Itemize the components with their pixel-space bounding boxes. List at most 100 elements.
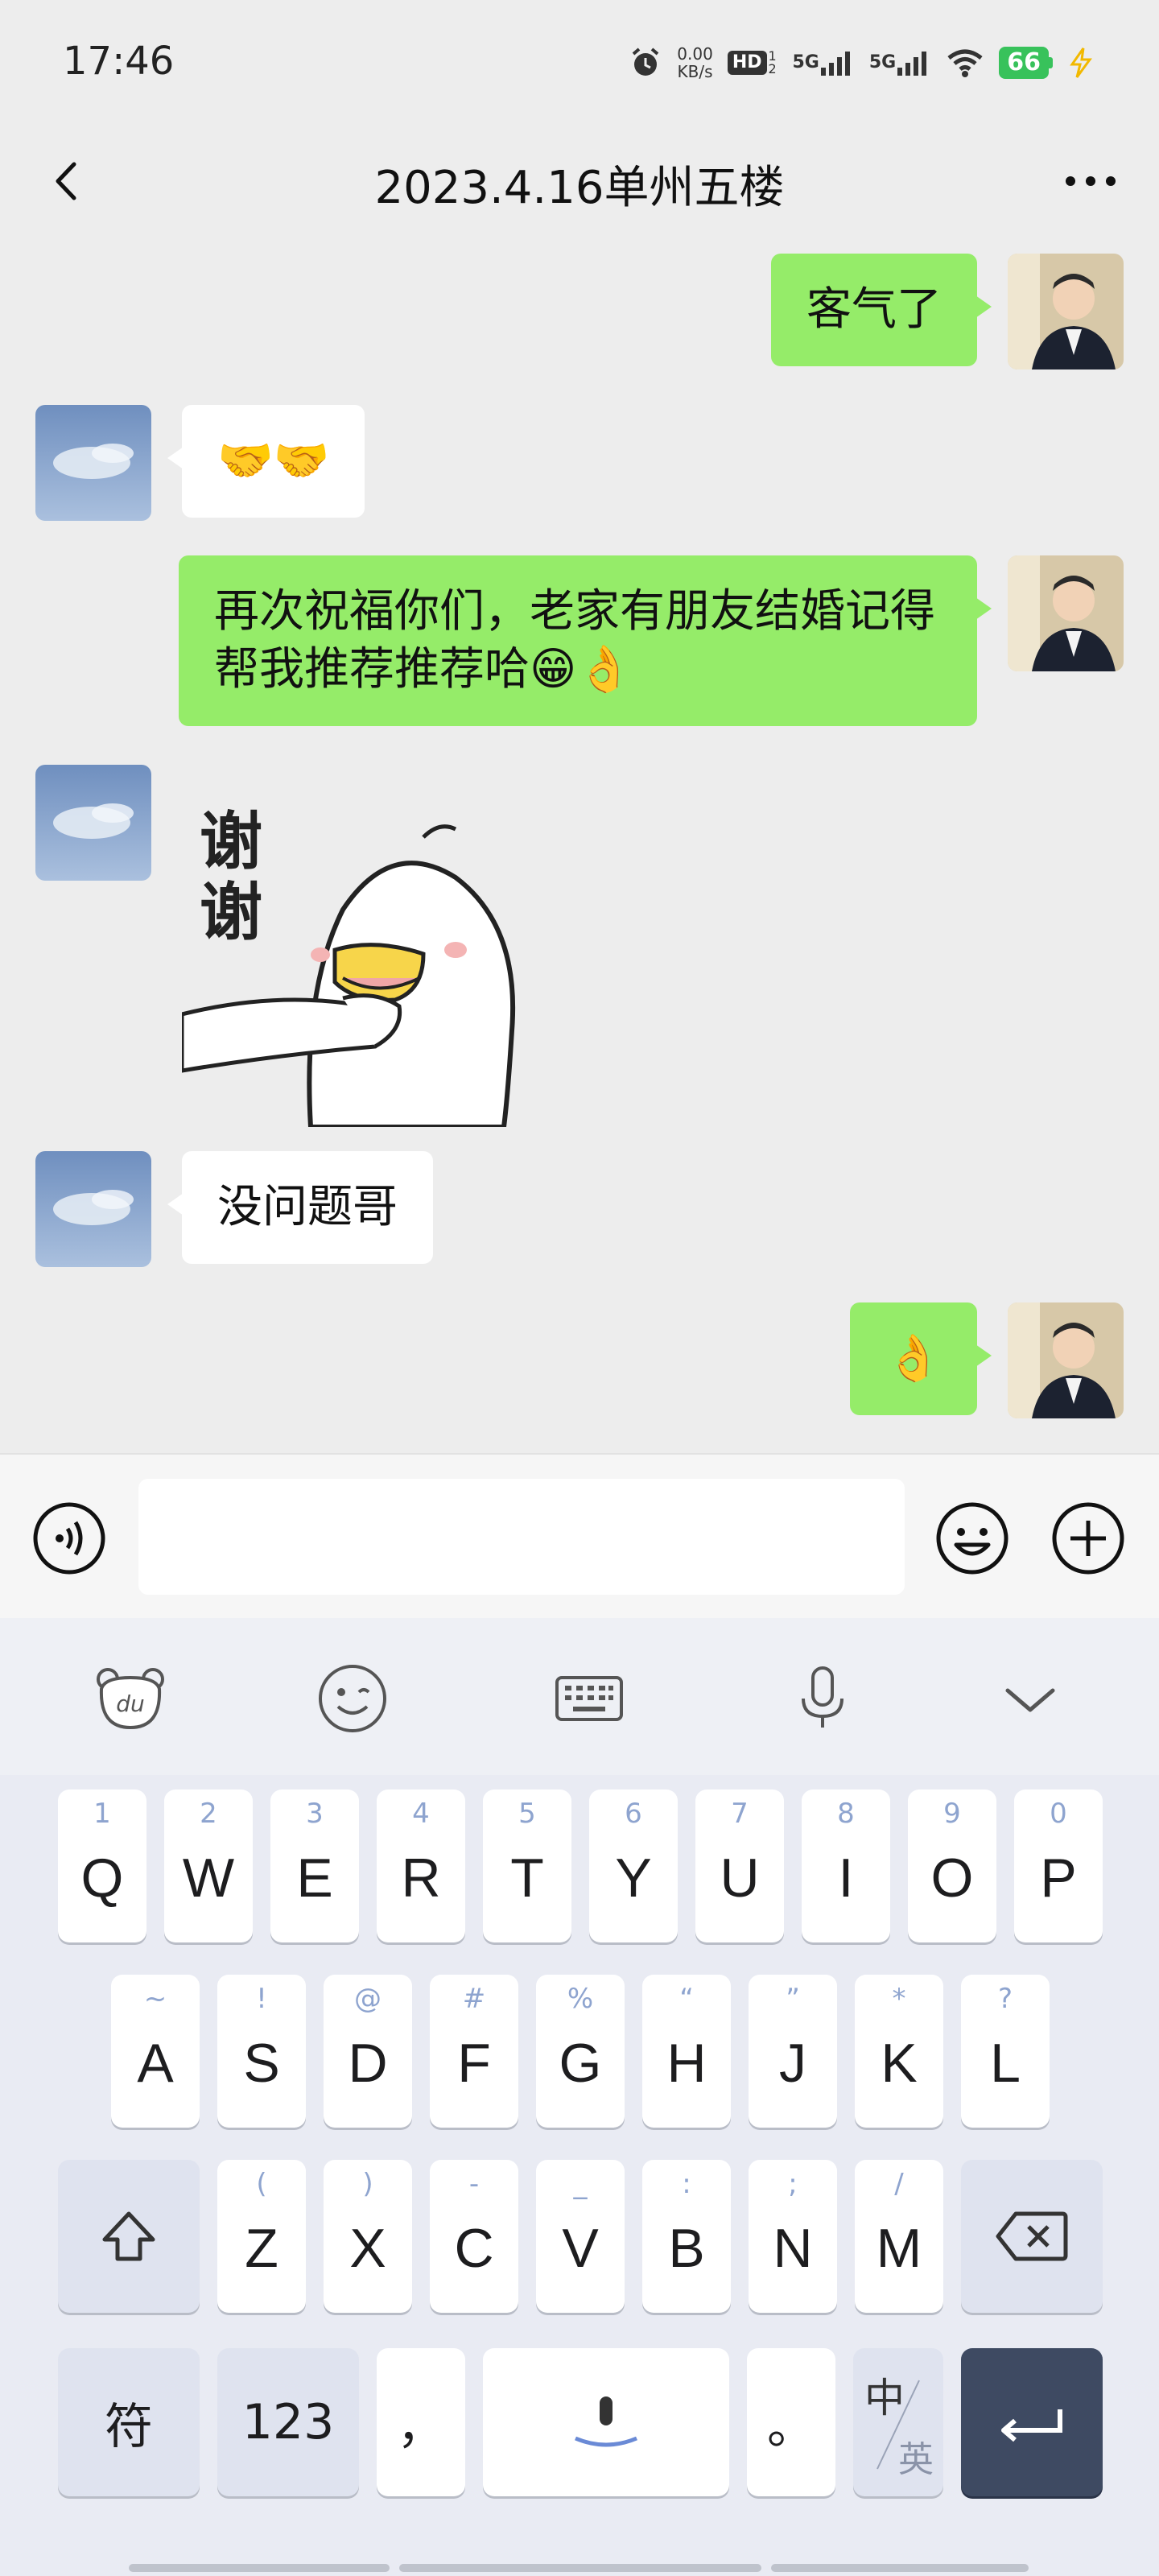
home-indicator xyxy=(399,2564,761,2572)
key-m[interactable]: / M xyxy=(855,2160,943,2313)
message-input[interactable] xyxy=(138,1479,905,1595)
language-toggle-key[interactable]: 中 英 xyxy=(853,2348,943,2496)
hd-sub: 1 2 xyxy=(768,48,777,76)
net-speed-value: 0.00 xyxy=(677,44,713,64)
key-h[interactable]: “H xyxy=(642,1975,731,2128)
contact-avatar[interactable] xyxy=(35,405,151,521)
more-horizontal-icon xyxy=(1066,176,1116,186)
backspace-key[interactable] xyxy=(961,2160,1103,2313)
net-speed: 0.00 KB/s xyxy=(677,45,713,80)
emoji-button[interactable] xyxy=(934,1500,1011,1577)
symbols-key[interactable]: 符 xyxy=(58,2348,200,2496)
key-y[interactable]: 6Y xyxy=(589,1790,678,1942)
chevron-down-icon xyxy=(1005,1688,1055,1712)
key-i[interactable]: 8I xyxy=(802,1790,890,1942)
key-a[interactable]: ~ A xyxy=(111,1975,200,2128)
backspace-icon xyxy=(996,2211,1068,2261)
signal-1-label: 5G xyxy=(792,52,819,72)
keyboard-icon xyxy=(555,1676,623,1721)
voice-button[interactable] xyxy=(31,1500,108,1577)
message-bubble-received[interactable]: 🤝🤝 xyxy=(167,405,365,518)
key-q[interactable]: 1Q xyxy=(58,1790,146,1942)
comma-key[interactable]: ， xyxy=(377,2348,465,2496)
net-speed-unit: KB/s xyxy=(677,62,713,81)
status-icons: 0.00 KB/s HD 1 2 5G 5G 66 xyxy=(629,40,1095,85)
key-j[interactable]: ” J xyxy=(749,1975,837,2128)
back-button[interactable] xyxy=(32,145,105,217)
wifi-icon xyxy=(946,47,984,79)
chevron-left-icon xyxy=(56,162,76,200)
battery-icon: 66 xyxy=(999,47,1053,79)
duck-thanks-sticker: 谢 谢 xyxy=(179,806,516,1129)
key-t[interactable]: 5T xyxy=(483,1790,571,1942)
key-s[interactable]: ! S xyxy=(217,1975,306,2128)
svg-text:谢: 谢 xyxy=(200,877,262,949)
svg-text:谢: 谢 xyxy=(200,806,262,878)
keyboard-switch-button[interactable] xyxy=(549,1658,629,1739)
my-avatar[interactable] xyxy=(1008,1302,1124,1418)
message-list[interactable]: 客气了 🤝🤝 再次祝福你们，老家有朋友结婚记得帮我推荐推荐哈😁👌 谢 谢 没问题… xyxy=(0,242,1159,1453)
voice-icon xyxy=(33,1502,105,1575)
keyboard-toolbar: du xyxy=(0,1618,1159,1775)
message-row: 谢 谢 谢谢 xyxy=(0,765,1159,1129)
hd-icon: HD 1 2 xyxy=(727,48,778,76)
key-p[interactable]: 0P xyxy=(1014,1790,1103,1942)
battery-level: 66 xyxy=(999,47,1049,79)
key-v[interactable]: _ V xyxy=(536,2160,625,2313)
message-bubble-received[interactable]: 没问题哥 xyxy=(167,1151,433,1264)
key-f[interactable]: # F xyxy=(430,1975,518,2128)
message-bubble-sent[interactable]: 👌 xyxy=(850,1302,992,1415)
status-bar: 17:46 0.00 KB/s HD 1 2 5G 5G 66 xyxy=(0,0,1159,121)
period-key[interactable]: 。 xyxy=(747,2348,835,2496)
input-bar xyxy=(0,1453,1159,1618)
message-bubble-sent[interactable]: 再次祝福你们，老家有朋友结婚记得帮我推荐推荐哈😁👌 xyxy=(179,555,992,726)
plus-icon xyxy=(1052,1502,1124,1575)
shift-icon xyxy=(102,2211,155,2261)
enter-key[interactable] xyxy=(961,2348,1103,2496)
key-k[interactable]: * K xyxy=(855,1975,943,2128)
du-bear-icon: du xyxy=(97,1668,164,1730)
message-row: 再次祝福你们，老家有朋友结婚记得帮我推荐推荐哈😁👌 xyxy=(0,555,1159,729)
my-avatar[interactable] xyxy=(1008,254,1124,369)
key-c[interactable]: -C xyxy=(430,2160,518,2313)
mic-space-icon xyxy=(575,2396,637,2447)
home-indicator xyxy=(771,2564,1029,2572)
key-w[interactable]: 2W xyxy=(164,1790,253,1942)
message-row: 没问题哥 xyxy=(0,1151,1159,1272)
contact-avatar[interactable] xyxy=(35,765,151,881)
sticker-message[interactable]: 谢 谢 谢谢 xyxy=(179,789,528,1135)
smiley-icon xyxy=(319,1665,386,1732)
key-x[interactable]: ) X xyxy=(324,2160,412,2313)
key-z[interactable]: (Z xyxy=(217,2160,306,2313)
key-n[interactable]: ; N xyxy=(749,2160,837,2313)
key-o[interactable]: 9O xyxy=(908,1790,996,1942)
numbers-key[interactable]: 123 xyxy=(217,2348,359,2496)
du-bear-button[interactable]: du xyxy=(90,1658,171,1739)
message-bubble-sent[interactable]: 客气了 xyxy=(771,254,992,366)
message-row: 🤝🤝 xyxy=(0,405,1159,526)
contact-avatar[interactable] xyxy=(35,1151,151,1267)
key-b[interactable]: :B xyxy=(642,2160,731,2313)
key-d[interactable]: @ D xyxy=(324,1975,412,2128)
message-row: 👌 xyxy=(0,1302,1159,1423)
signal-2-label: 5G xyxy=(868,52,897,72)
shift-key[interactable] xyxy=(58,2160,200,2313)
more-button[interactable] xyxy=(1054,145,1127,217)
space-key[interactable] xyxy=(483,2348,729,2496)
smiley-button[interactable] xyxy=(312,1658,393,1739)
key-e[interactable]: 3E xyxy=(270,1790,359,1942)
alarm-icon xyxy=(629,46,662,80)
key-g[interactable]: % G xyxy=(536,1975,625,2128)
more-functions-button[interactable] xyxy=(1050,1500,1127,1577)
key-u[interactable]: 7U xyxy=(695,1790,784,1942)
voice-input-button[interactable] xyxy=(782,1658,863,1739)
charging-icon xyxy=(1067,47,1095,79)
key-l[interactable]: ? L xyxy=(961,1975,1050,2128)
key-r[interactable]: 4R xyxy=(377,1790,465,1942)
signal-1-icon: 5G xyxy=(793,48,855,77)
status-time: 17:46 xyxy=(63,39,175,84)
microphone-icon xyxy=(802,1666,843,1728)
nav-bar: 2023.4.16单州五楼 xyxy=(0,121,1159,242)
my-avatar[interactable] xyxy=(1008,555,1124,671)
hide-keyboard-button[interactable] xyxy=(990,1658,1070,1739)
